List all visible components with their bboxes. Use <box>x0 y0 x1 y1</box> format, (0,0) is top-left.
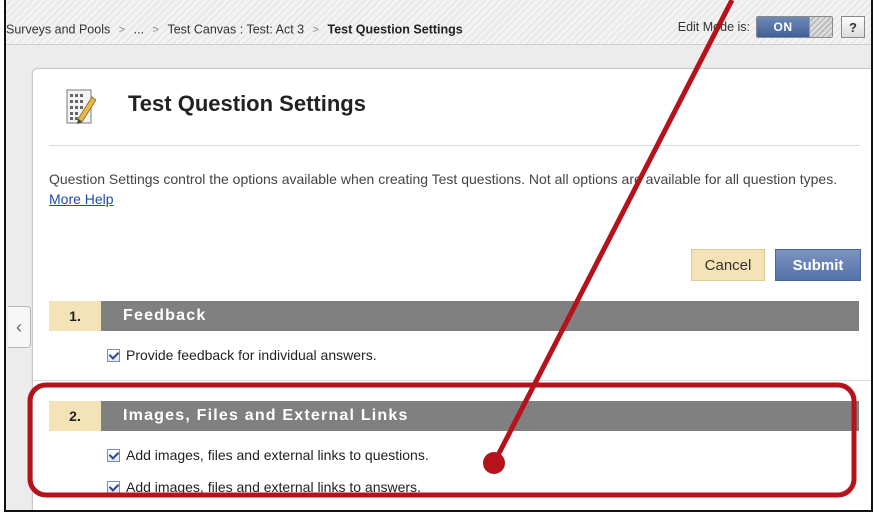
checkbox-checked-icon[interactable] <box>107 480 120 494</box>
breadcrumb-item-ellipsis[interactable]: ... <box>134 23 144 37</box>
content-panel: Test Question Settings Question Settings… <box>32 68 871 510</box>
edit-mode-on-label: ON <box>757 17 809 37</box>
test-settings-pencil-icon <box>66 89 96 124</box>
intro-text: Question Settings control the options av… <box>49 169 857 209</box>
option-label: Provide feedback for individual answers. <box>126 347 377 363</box>
section-title: Feedback <box>101 301 859 331</box>
section-divider <box>33 380 871 381</box>
breadcrumb-bar: Surveys and Pools > ... > Test Canvas : … <box>6 0 871 45</box>
submit-button[interactable]: Submit <box>775 249 861 281</box>
breadcrumb-current: Test Question Settings <box>327 22 463 37</box>
screenshot-frame: Surveys and Pools > ... > Test Canvas : … <box>4 0 873 512</box>
checkbox-checked-icon[interactable] <box>107 448 120 462</box>
option-label: Add images, files and external links to … <box>126 479 421 495</box>
cancel-button[interactable]: Cancel <box>691 249 765 281</box>
edit-mode-label: Edit Mode is: <box>677 20 750 34</box>
page-title: Test Question Settings <box>128 91 366 116</box>
edit-mode-toggle[interactable]: ON <box>756 16 833 38</box>
breadcrumb-separator-icon: > <box>312 23 320 36</box>
option-feedback-individual-answers[interactable]: Provide feedback for individual answers. <box>107 347 377 363</box>
section-number: 2. <box>49 401 101 431</box>
option-links-to-questions[interactable]: Add images, files and external links to … <box>107 447 429 463</box>
chevron-left-icon: ‹ <box>16 316 22 337</box>
breadcrumb-item-test-canvas[interactable]: Test Canvas : Test: Act 3 <box>167 23 304 37</box>
intro-description: Question Settings control the options av… <box>49 171 838 187</box>
section-title: Images, Files and External Links <box>101 401 859 431</box>
help-button[interactable]: ? <box>841 16 865 38</box>
section-number: 1. <box>49 301 101 331</box>
option-links-to-answers[interactable]: Add images, files and external links to … <box>107 479 421 495</box>
breadcrumb: Surveys and Pools > ... > Test Canvas : … <box>6 22 463 37</box>
edit-mode-control: Edit Mode is: ON ? <box>678 16 865 38</box>
option-label: Add images, files and external links to … <box>126 447 429 463</box>
collapse-menu-button[interactable]: ‹ <box>8 306 31 348</box>
more-help-link[interactable]: More Help <box>49 191 114 207</box>
checkbox-checked-icon[interactable] <box>107 348 120 362</box>
breadcrumb-item-surveys[interactable]: Surveys and Pools <box>6 23 110 37</box>
title-divider <box>49 145 860 146</box>
section-images-files-links-header: 2. Images, Files and External Links <box>49 401 859 431</box>
edit-mode-off-segment <box>809 17 832 37</box>
section-feedback-header: 1. Feedback <box>49 301 859 331</box>
breadcrumb-separator-icon: > <box>152 23 159 36</box>
breadcrumb-separator-icon: > <box>118 23 126 36</box>
